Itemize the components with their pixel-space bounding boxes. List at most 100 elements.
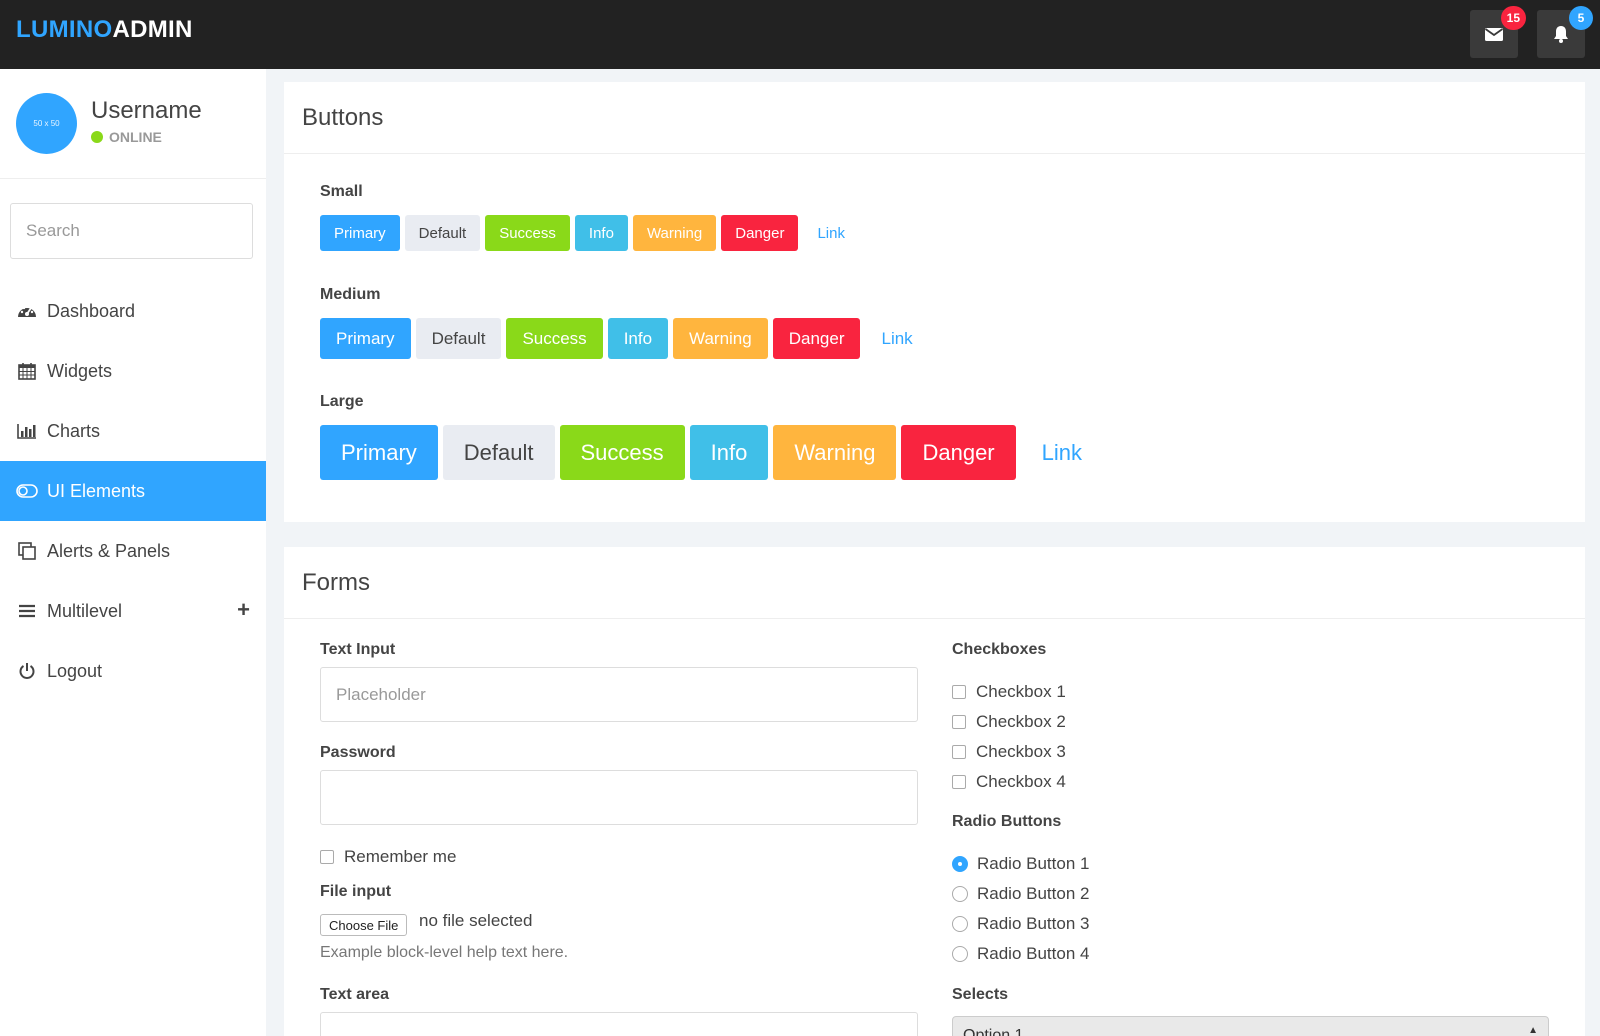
primary-button-small[interactable]: Primary xyxy=(320,215,400,251)
danger-button-large[interactable]: Danger xyxy=(901,425,1016,480)
checkbox-label: Checkbox 2 xyxy=(976,712,1066,731)
radio-item[interactable]: Radio Button 3 xyxy=(952,914,1089,934)
power-icon xyxy=(16,660,38,682)
checkbox-box[interactable] xyxy=(952,685,966,699)
file-status-text: no file selected xyxy=(419,911,533,930)
selects-label: Selects xyxy=(952,986,1009,1003)
avatar[interactable]: 50 x 50 xyxy=(16,93,77,154)
sidebar: 50 x 50 Username ONLINE Dashboard Widget… xyxy=(0,69,266,1036)
danger-button-medium[interactable]: Danger xyxy=(772,318,861,359)
link-button-large[interactable]: Link xyxy=(1021,425,1103,480)
success-button-medium[interactable]: Success xyxy=(506,318,603,359)
checkbox-label: Checkbox 3 xyxy=(976,742,1066,761)
success-button-large[interactable]: Success xyxy=(559,425,685,480)
medium-group-label: Medium xyxy=(320,286,381,303)
radio-label: Radio Button 4 xyxy=(977,944,1090,963)
checkboxes-label: Checkboxes xyxy=(952,641,1047,658)
password-label: Password xyxy=(320,744,396,761)
checkbox-item[interactable]: Checkbox 4 xyxy=(952,772,1066,792)
checkbox-box[interactable] xyxy=(952,745,966,759)
radio-label: Radio Button 3 xyxy=(977,914,1090,933)
user-profile: 50 x 50 Username ONLINE xyxy=(0,69,266,179)
sidebar-item-dashboard[interactable]: Dashboard xyxy=(0,281,266,341)
checkbox-label: Checkbox 1 xyxy=(976,682,1066,701)
radio-item[interactable]: Radio Button 2 xyxy=(952,884,1089,904)
bell-icon xyxy=(1554,26,1568,43)
radio-selected[interactable] xyxy=(952,856,968,872)
select-value: Option 1 xyxy=(963,1027,1024,1036)
warning-button-large[interactable]: Warning xyxy=(773,425,897,480)
warning-button-small[interactable]: Warning xyxy=(632,215,717,251)
radio-buttons-label: Radio Buttons xyxy=(952,813,1062,830)
sidebar-item-logout[interactable]: Logout xyxy=(0,641,266,701)
default-button-medium[interactable]: Default xyxy=(415,318,502,359)
link-button-small[interactable]: Link xyxy=(803,215,859,251)
radio-label: Radio Button 1 xyxy=(977,854,1090,873)
info-button-large[interactable]: Info xyxy=(689,425,769,480)
forms-panel: Forms Text Input Password Remember me Fi… xyxy=(284,547,1585,1036)
status-dot-icon xyxy=(91,131,103,143)
envelope-icon xyxy=(1484,28,1504,41)
checkbox-item[interactable]: Checkbox 1 xyxy=(952,682,1066,702)
status-text: ONLINE xyxy=(109,129,162,145)
sidebar-item-multilevel[interactable]: Multilevel + xyxy=(0,581,266,641)
large-group-label: Large xyxy=(320,393,364,410)
toggle-icon xyxy=(16,480,38,502)
default-button-small[interactable]: Default xyxy=(404,215,481,251)
sidebar-item-charts[interactable]: Charts xyxy=(0,401,266,461)
checkbox-box[interactable] xyxy=(952,715,966,729)
expand-plus-icon[interactable]: + xyxy=(237,599,250,621)
checkbox-item[interactable]: Checkbox 2 xyxy=(952,712,1066,732)
sidebar-item-widgets[interactable]: Widgets xyxy=(0,341,266,401)
panel-title: Forms xyxy=(284,547,1585,619)
buttons-panel: Buttons Small Primary Default Success In… xyxy=(284,82,1585,522)
notifications-button[interactable]: 5 xyxy=(1537,6,1593,58)
sidebar-item-label: Widgets xyxy=(47,360,113,381)
text-input-label: Text Input xyxy=(320,641,396,658)
info-button-medium[interactable]: Info xyxy=(607,318,669,359)
radio-label: Radio Button 2 xyxy=(977,884,1090,903)
top-navbar: LUMINOADMIN 15 5 xyxy=(0,0,1600,69)
radio-unselected[interactable] xyxy=(952,946,968,962)
dashboard-icon xyxy=(16,300,38,322)
checkbox-box[interactable] xyxy=(952,775,966,789)
sidebar-item-label: Alerts & Panels xyxy=(47,540,171,561)
bar-chart-icon xyxy=(16,420,38,442)
notifications-count-badge: 5 xyxy=(1569,6,1593,30)
sidebar-item-label: Multilevel xyxy=(47,600,123,621)
textarea-field[interactable] xyxy=(320,1012,918,1036)
radio-item[interactable]: Radio Button 4 xyxy=(952,944,1089,964)
checkbox-label: Checkbox 4 xyxy=(976,772,1066,791)
brand-part-lumino: LUMINO xyxy=(16,16,113,43)
text-input[interactable] xyxy=(320,667,918,722)
danger-button-small[interactable]: Danger xyxy=(721,215,799,251)
radio-unselected[interactable] xyxy=(952,886,968,902)
link-button-medium[interactable]: Link xyxy=(865,318,928,359)
primary-button-large[interactable]: Primary xyxy=(320,425,438,480)
sidebar-item-alerts-panels[interactable]: Alerts & Panels xyxy=(0,521,266,581)
medium-buttons-row: Primary Default Success Info Warning Dan… xyxy=(320,318,934,359)
clone-icon xyxy=(16,540,38,562)
info-button-small[interactable]: Info xyxy=(574,215,628,251)
search-input[interactable] xyxy=(10,203,253,259)
warning-button-medium[interactable]: Warning xyxy=(673,318,768,359)
messages-button[interactable]: 15 xyxy=(1470,6,1526,58)
brand-logo[interactable]: LUMINOADMIN xyxy=(16,16,193,44)
radio-unselected[interactable] xyxy=(952,916,968,932)
password-field[interactable] xyxy=(320,770,918,825)
remember-me-checkbox[interactable]: Remember me xyxy=(320,847,456,867)
checkbox-item[interactable]: Checkbox 3 xyxy=(952,742,1066,762)
sidebar-nav: Dashboard Widgets Charts UI Elements Ale… xyxy=(0,281,266,701)
select-dropdown[interactable]: Option 1 ▲ xyxy=(952,1016,1549,1036)
primary-button-medium[interactable]: Primary xyxy=(320,318,411,359)
checkbox-box[interactable] xyxy=(320,850,334,864)
help-text: Example block-level help text here. xyxy=(320,944,569,961)
radio-item[interactable]: Radio Button 1 xyxy=(952,854,1089,874)
chevron-up-down-icon: ▲ xyxy=(1528,1025,1538,1036)
success-button-small[interactable]: Success xyxy=(485,215,570,251)
sidebar-item-ui-elements[interactable]: UI Elements xyxy=(0,461,266,521)
large-buttons-row: Primary Default Success Info Warning Dan… xyxy=(320,425,1108,480)
default-button-large[interactable]: Default xyxy=(442,425,555,480)
choose-file-button[interactable]: Choose File xyxy=(320,914,408,936)
online-status: ONLINE xyxy=(91,129,162,145)
